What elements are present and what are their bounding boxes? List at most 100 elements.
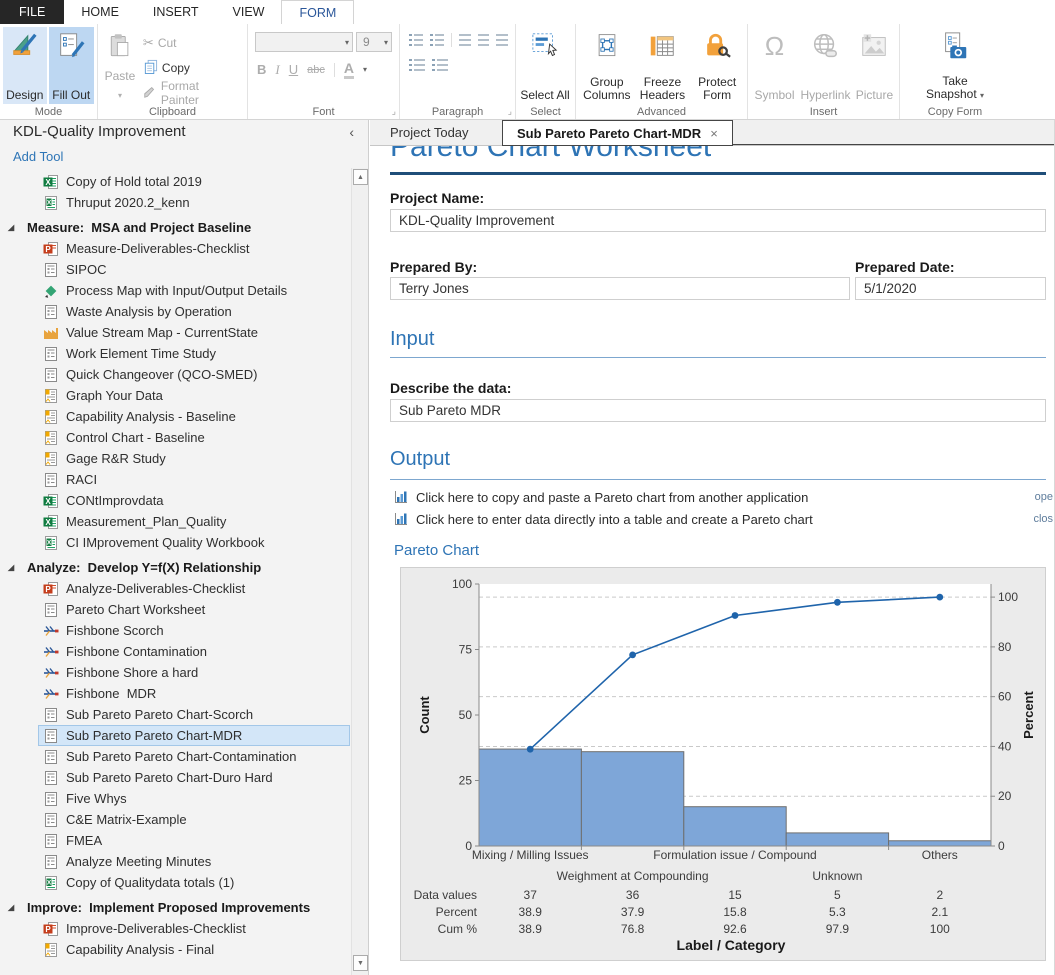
strikethrough-button[interactable]: abc (307, 64, 325, 76)
design-button[interactable]: Design (3, 27, 47, 104)
tree-item[interactable]: XMeasurement_Plan_Quality (38, 511, 350, 532)
bullet-list-icon[interactable] (409, 34, 423, 47)
tab-project-today[interactable]: Project Today (376, 120, 483, 146)
tree-item[interactable]: Graph Your Data (38, 385, 350, 406)
tree-item[interactable]: Fishbone Scorch (38, 620, 350, 641)
scroll-up-icon[interactable]: ▲ (353, 169, 368, 185)
font-dialog-launcher-icon[interactable]: ⌟ (392, 106, 396, 117)
increase-indent-icon[interactable] (432, 59, 448, 72)
add-tool-link[interactable]: Add Tool (13, 149, 63, 164)
tree-item[interactable]: XThruput 2020.2_kenn (38, 192, 350, 213)
prepared-by-input[interactable] (390, 277, 850, 300)
bold-button[interactable]: B (257, 62, 266, 77)
tree-item[interactable]: PImprove-Deliverables-Checklist (38, 918, 350, 939)
font-size-combo[interactable]: 9▾ (356, 32, 392, 52)
tree-item[interactable]: Value Stream Map - CurrentState (38, 322, 350, 343)
minitab-icon (43, 942, 59, 958)
cut-button[interactable]: ✂ Cut (139, 32, 244, 54)
protect-form-button[interactable]: Protect Form (690, 27, 744, 104)
tree-item[interactable]: Process Map with Input/Output Details (38, 280, 350, 301)
menu-tab-file[interactable]: FILE (0, 0, 64, 24)
fill-out-button[interactable]: Fill Out (49, 27, 94, 104)
tree-item[interactable]: Gage R&R Study (38, 448, 350, 469)
tree-item[interactable]: SIPOC (38, 259, 350, 280)
scroll-down-icon[interactable]: ▼ (353, 955, 368, 971)
bar-chart-icon (394, 512, 408, 526)
expander-icon[interactable]: ◢ (8, 903, 21, 912)
take-snapshot-button[interactable]: Take Snapshot ▾ (919, 27, 991, 104)
paste-pareto-link[interactable]: Click here to copy and paste a Pareto ch… (394, 488, 808, 506)
picture-button[interactable]: Picture (853, 27, 896, 104)
tree-item[interactable]: C&E Matrix-Example (38, 809, 350, 830)
tree-item[interactable]: Waste Analysis by Operation (38, 301, 350, 322)
tree-item[interactable]: Fishbone Contamination (38, 641, 350, 662)
tree-item[interactable]: RACI (38, 469, 350, 490)
tree-item[interactable]: FMEA (38, 830, 350, 851)
tree-item-label: Measure-Deliverables-Checklist (66, 241, 250, 256)
sidebar-scrollbar[interactable]: ▲ ▼ (351, 168, 368, 975)
align-left-icon[interactable] (459, 34, 471, 47)
tree-item[interactable]: Pareto Chart Worksheet (38, 599, 350, 620)
menu-tab-home[interactable]: HOME (64, 0, 136, 24)
tree-item[interactable]: XCONtImprovdata (38, 490, 350, 511)
tree-item[interactable]: Analyze Meeting Minutes (38, 851, 350, 872)
tree-item[interactable]: XCopy of Qualitydata totals (1) (38, 872, 350, 893)
menu-tab-form[interactable]: FORM (281, 0, 354, 24)
select-all-button[interactable]: Select All (519, 27, 571, 104)
copy-button[interactable]: Copy (139, 57, 244, 79)
tree-item[interactable]: P Measure-Deliverables-Checklist (38, 238, 350, 259)
tree-item[interactable]: Fishbone Shore a hard (38, 662, 350, 683)
numbered-list-icon[interactable] (430, 34, 444, 47)
tree-item[interactable]: Capability Analysis - Baseline (38, 406, 350, 427)
align-center-icon[interactable] (478, 34, 490, 47)
expander-icon[interactable]: ◢ (8, 223, 21, 232)
menu-tab-view[interactable]: VIEW (216, 0, 282, 24)
paragraph-dialog-launcher-icon[interactable]: ⌟ (508, 106, 512, 117)
italic-button[interactable]: I (275, 62, 279, 78)
sidebar-collapse-icon[interactable]: ‹ (349, 124, 354, 140)
underline-button[interactable]: U (289, 62, 298, 77)
tree-section[interactable]: ◢Analyze: Develop Y=f(X) Relationship (8, 557, 350, 578)
tree-item[interactable]: XCopy of Hold total 2019 (38, 171, 350, 192)
project-name-input[interactable] (390, 209, 1046, 232)
tree-item[interactable]: Five Whys (38, 788, 350, 809)
tab-sub-pareto-mdr[interactable]: Sub Pareto Pareto Chart-MDR × (502, 120, 733, 146)
tree-item[interactable]: Control Chart - Baseline (38, 427, 350, 448)
tree-item[interactable]: Sub Pareto Pareto Chart-Duro Hard (38, 767, 350, 788)
tree-item[interactable]: XCI IMprovement Quality Workbook (38, 532, 350, 553)
enter-data-link[interactable]: Click here to enter data directly into a… (394, 510, 813, 528)
align-right-icon[interactable] (496, 34, 508, 47)
hyperlink-button[interactable]: Hyperlink (798, 27, 853, 104)
tree-section[interactable]: ◢Improve: Implement Proposed Improvement… (8, 897, 350, 918)
form-icon (43, 749, 59, 765)
freeze-headers-button[interactable]: Freeze Headers (635, 27, 691, 104)
tree-item[interactable]: Sub Pareto Pareto Chart-MDR (38, 725, 350, 746)
tree-section[interactable]: ◢Measure: MSA and Project Baseline (8, 217, 350, 238)
picture-icon (859, 31, 889, 64)
menu-tab-insert[interactable]: INSERT (136, 0, 216, 24)
font-color-dropdown-icon[interactable]: ▾ (363, 65, 367, 74)
tree-item[interactable]: Quick Changeover (QCO-SMED) (38, 364, 350, 385)
format-painter-button[interactable]: Format Painter (139, 82, 244, 104)
font-color-button[interactable]: A (344, 60, 354, 79)
group-columns-button[interactable]: Group Columns (579, 27, 635, 104)
tree-item[interactable]: Capability Analysis - Final (38, 939, 350, 960)
paste-icon (106, 31, 134, 64)
ppt-icon: P (43, 241, 59, 257)
decrease-indent-icon[interactable] (409, 59, 425, 72)
tree-item[interactable]: Fishbone MDR (38, 683, 350, 704)
tree-item[interactable]: Work Element Time Study (38, 343, 350, 364)
describe-data-input[interactable] (390, 399, 1046, 422)
tree-item[interactable]: Sub Pareto Pareto Chart-Scorch (38, 704, 350, 725)
expander-icon[interactable]: ◢ (8, 563, 21, 572)
symbol-button[interactable]: Ω Symbol (751, 27, 798, 104)
tree-item[interactable]: Sub Pareto Pareto Chart-Contamination (38, 746, 350, 767)
fishbone-icon (43, 623, 59, 639)
tree-item[interactable]: PAnalyze-Deliverables-Checklist (38, 578, 350, 599)
paste-button[interactable]: Paste ▾ (101, 27, 139, 104)
close-tab-icon[interactable]: × (710, 121, 718, 146)
group-font: ▾ 9▾ B I U abc A ▾ Font ⌟ (248, 24, 400, 119)
font-name-combo[interactable]: ▾ (255, 32, 353, 52)
group-insert: Ω Symbol Hyperlink Picture Insert (748, 24, 900, 119)
prepared-date-input[interactable] (855, 277, 1046, 300)
